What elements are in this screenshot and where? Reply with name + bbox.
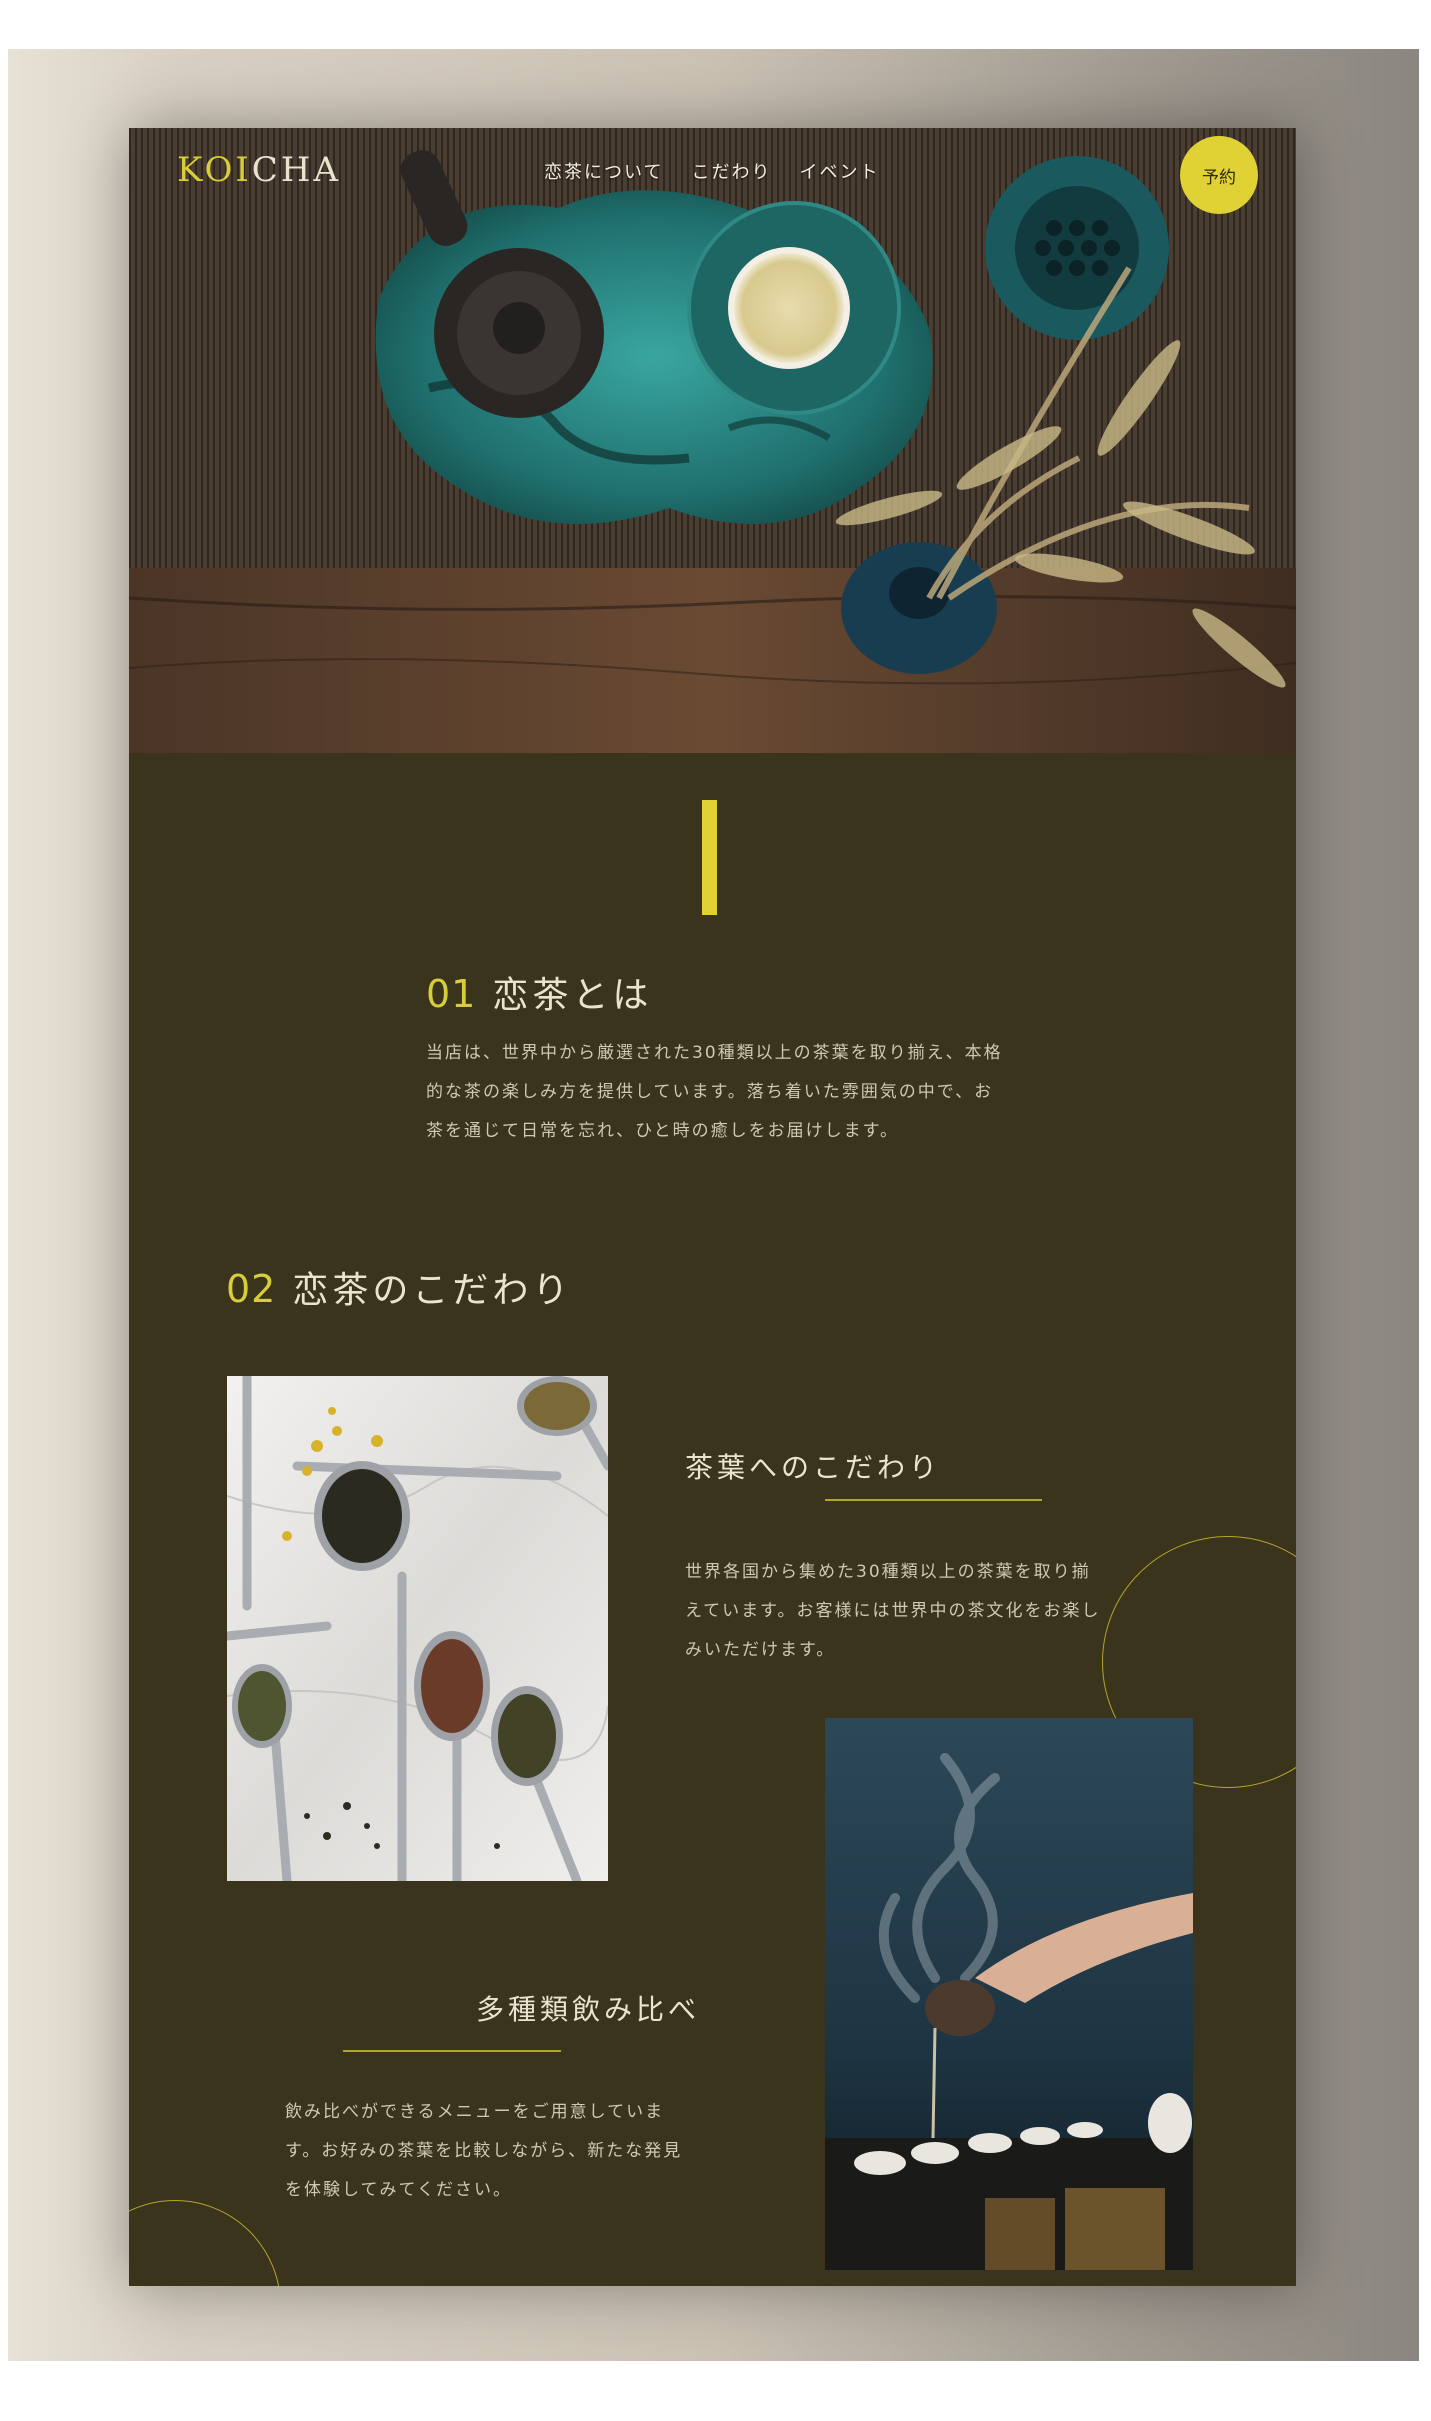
reserve-button[interactable]: 予約: [1180, 136, 1258, 214]
pouring-tea-photo: [825, 1718, 1193, 2270]
section-01-body: 当店は、世界中から厳選された30種類以上の茶葉を取り揃え、本格的な茶の楽しみ方を…: [426, 1043, 1003, 1141]
hero-image: KOICHA 恋茶について こだわり イベント 予約: [129, 128, 1296, 753]
section-02-heading: 02 恋茶のこだわり: [226, 1261, 572, 1313]
nav-item-events[interactable]: イベント: [799, 158, 879, 184]
nav-item-commitment[interactable]: こだわり: [691, 158, 771, 184]
feature-tea-leaves-rule: [825, 1499, 1042, 1501]
website-frame: KOICHA 恋茶について こだわり イベント 予約 01 恋茶とは 当店は、世界…: [129, 128, 1296, 2286]
section-01-number: 01: [426, 972, 477, 1016]
decorative-circle: [129, 2200, 281, 2286]
nav-item-about[interactable]: 恋茶について: [544, 158, 663, 184]
section-01-heading: 01 恋茶とは: [426, 966, 652, 1018]
accent-divider: [702, 800, 717, 915]
feature-tea-leaves-title: 茶葉へのこだわり: [685, 1451, 942, 1484]
logo-rest: CHA: [251, 150, 342, 190]
logo[interactable]: KOICHA: [177, 150, 341, 190]
section-01-title: 恋茶とは: [492, 975, 653, 1016]
feature-tasting-rule: [343, 2050, 561, 2052]
feature-tasting-title: 多種類飲み比べ: [476, 1993, 701, 2026]
main-nav: 恋茶について こだわり イベント: [544, 158, 879, 184]
logo-accent: KOI: [177, 150, 252, 190]
section-02-number: 02: [226, 1267, 277, 1311]
feature-tasting-body: 飲み比べができるメニューをご用意しています。お好みの茶葉を比較しながら、新たな発…: [285, 2102, 683, 2200]
tea-leaves-photo: [227, 1376, 608, 1881]
feature-tea-leaves-body: 世界各国から集めた30種類以上の茶葉を取り揃えています。お客様には世界中の茶文化…: [685, 1562, 1101, 1660]
section-02-title: 恋茶のこだわり: [292, 1270, 573, 1311]
